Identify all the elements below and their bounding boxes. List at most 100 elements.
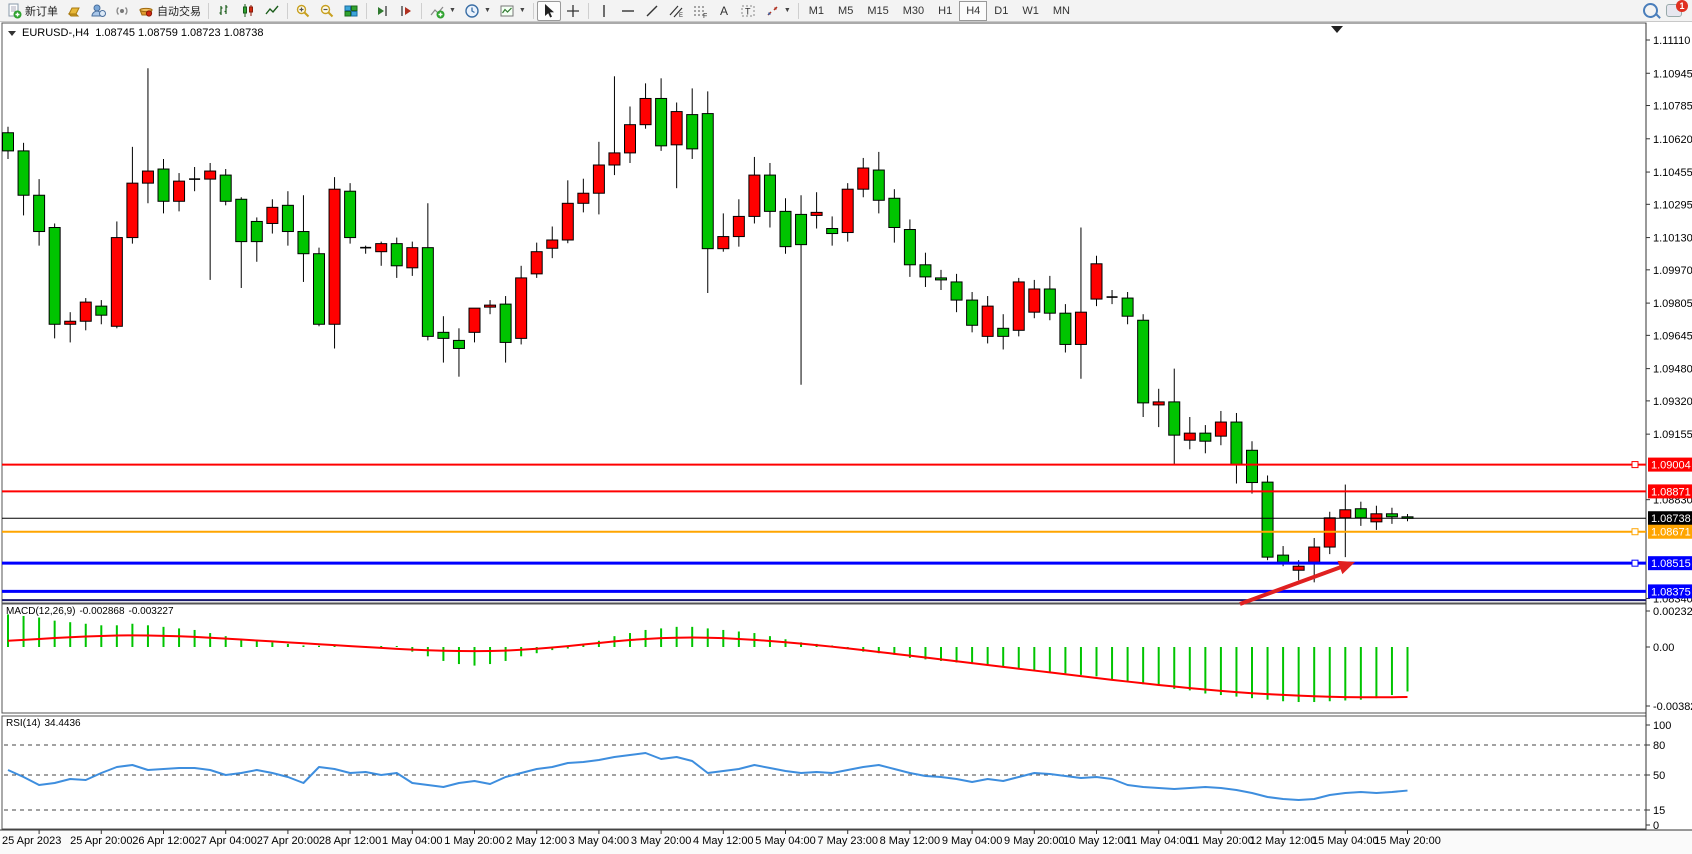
candle-body[interactable]: [111, 238, 122, 327]
candle-body[interactable]: [345, 191, 356, 237]
candle-body[interactable]: [1075, 312, 1086, 344]
candle-body[interactable]: [391, 244, 402, 266]
candle-body[interactable]: [1184, 433, 1195, 440]
candle-body[interactable]: [65, 321, 76, 324]
candle-body[interactable]: [936, 278, 947, 280]
chart-header[interactable]: EURUSD-,H4 1.08745 1.08759 1.08723 1.087…: [8, 27, 263, 39]
candle-body[interactable]: [904, 230, 915, 265]
candle-body[interactable]: [827, 229, 838, 234]
new-order-button[interactable]: 新订单: [2, 1, 62, 21]
trendline-tool-button[interactable]: [640, 1, 664, 21]
candle-body[interactable]: [422, 248, 433, 337]
timeframe-h4-button[interactable]: H4: [959, 1, 987, 21]
templates-button[interactable]: ▼: [495, 1, 530, 21]
auto-trading-button[interactable]: 自动交易: [134, 1, 205, 21]
chart-canvas[interactable]: 1.111101.109451.107851.106201.104551.102…: [0, 0, 1692, 854]
candle-body[interactable]: [764, 175, 775, 211]
candle-body[interactable]: [1247, 450, 1258, 482]
candle-body[interactable]: [656, 98, 667, 145]
candle-body[interactable]: [1231, 422, 1242, 464]
dropdown-arrow-icon[interactable]: ▼: [449, 7, 456, 14]
market-depth-button[interactable]: [62, 1, 86, 21]
auto-scroll-button[interactable]: [370, 1, 394, 21]
candle-body[interactable]: [127, 183, 138, 237]
candle-body[interactable]: [3, 133, 14, 151]
timeframe-m1-button[interactable]: M1: [802, 1, 831, 21]
candle-body[interactable]: [1340, 510, 1351, 518]
search-icon[interactable]: [1643, 3, 1658, 18]
algo-terminal-button[interactable]: [86, 1, 110, 21]
label-tool-button[interactable]: T: [736, 1, 760, 21]
candle-body[interactable]: [625, 125, 636, 153]
periods-button[interactable]: ▼: [460, 1, 495, 21]
crosshair-tool-button[interactable]: [561, 1, 585, 21]
timeframe-d1-button[interactable]: D1: [987, 1, 1015, 21]
channel-tool-button[interactable]: E: [664, 1, 688, 21]
candle-body[interactable]: [671, 112, 682, 145]
candle-body[interactable]: [1262, 482, 1273, 557]
candle-body[interactable]: [1278, 555, 1289, 562]
line-handle[interactable]: [1632, 560, 1638, 566]
candle-body[interactable]: [811, 212, 822, 215]
candle-body[interactable]: [453, 340, 464, 348]
line-chart-mode-button[interactable]: [260, 1, 284, 21]
bar-chart-mode-button[interactable]: [212, 1, 236, 21]
candle-body[interactable]: [562, 203, 573, 240]
candle-body[interactable]: [329, 189, 340, 324]
chart-shift-button[interactable]: [394, 1, 418, 21]
candle-body[interactable]: [749, 175, 760, 216]
signals-button[interactable]: [110, 1, 134, 21]
candle-body[interactable]: [298, 232, 309, 254]
candle-body[interactable]: [873, 170, 884, 200]
cursor-tool-button[interactable]: [537, 1, 561, 21]
candle-body[interactable]: [49, 227, 60, 324]
candle-body[interactable]: [1309, 547, 1320, 562]
vertical-line-tool-button[interactable]: [592, 1, 616, 21]
candle-body[interactable]: [205, 171, 216, 179]
line-handle[interactable]: [1632, 462, 1638, 468]
candle-body[interactable]: [1138, 320, 1149, 403]
arrows-tool-button[interactable]: ▼: [760, 1, 795, 21]
candle-body[interactable]: [1386, 514, 1397, 517]
chat-icon[interactable]: 1: [1666, 4, 1682, 17]
horizontal-line-tool-button[interactable]: [616, 1, 640, 21]
candle-body[interactable]: [780, 211, 791, 246]
candle-body[interactable]: [1355, 509, 1366, 518]
timeframe-w1-button[interactable]: W1: [1015, 1, 1046, 21]
timeframe-h1-button[interactable]: H1: [931, 1, 959, 21]
indicators-button[interactable]: ▼: [425, 1, 460, 21]
candle-body[interactable]: [858, 168, 869, 189]
timeframe-m30-button[interactable]: M30: [896, 1, 931, 21]
candle-body[interactable]: [640, 98, 651, 124]
candle-body[interactable]: [376, 244, 387, 252]
candle-body[interactable]: [34, 195, 45, 231]
candle-body[interactable]: [142, 171, 153, 183]
fibonacci-tool-button[interactable]: F: [688, 1, 712, 21]
candle-body[interactable]: [687, 115, 698, 149]
candle-body[interactable]: [951, 282, 962, 300]
candle-body[interactable]: [236, 199, 247, 241]
symbol-dropdown-icon[interactable]: [8, 31, 16, 36]
candle-body[interactable]: [314, 254, 325, 325]
zoom-in-button[interactable]: [291, 1, 315, 21]
timeframe-mn-button[interactable]: MN: [1046, 1, 1077, 21]
candle-body[interactable]: [1153, 402, 1164, 405]
dropdown-arrow-icon[interactable]: ▼: [784, 7, 791, 14]
dropdown-arrow-icon[interactable]: ▼: [484, 7, 491, 14]
candle-body[interactable]: [578, 193, 589, 203]
candle-body[interactable]: [967, 300, 978, 325]
text-tool-button[interactable]: A: [712, 1, 736, 21]
candle-body[interactable]: [500, 304, 511, 342]
candle-body[interactable]: [982, 306, 993, 336]
candle-body[interactable]: [733, 216, 744, 236]
candle-body[interactable]: [485, 305, 496, 307]
candle-body[interactable]: [282, 205, 293, 231]
candle-body[interactable]: [1169, 402, 1180, 435]
candle-body[interactable]: [1044, 289, 1055, 313]
candle-body[interactable]: [220, 175, 231, 201]
line-handle[interactable]: [1632, 529, 1638, 535]
candle-body[interactable]: [920, 265, 931, 277]
candle-body[interactable]: [889, 198, 900, 227]
candle-body[interactable]: [1029, 289, 1040, 312]
candle-body[interactable]: [469, 308, 480, 332]
